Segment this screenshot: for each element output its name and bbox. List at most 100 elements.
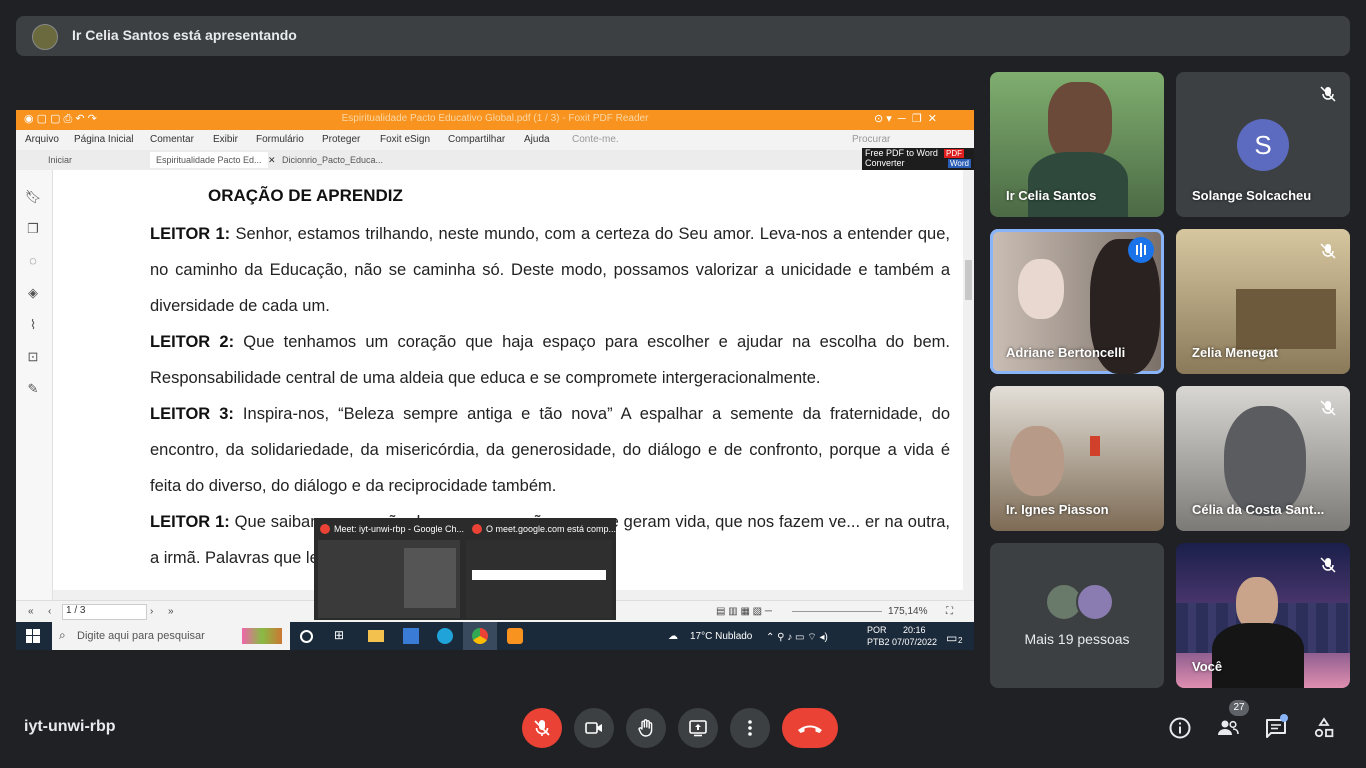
more-participants-label: Mais 19 pessoas (1024, 631, 1130, 647)
task-view-icon[interactable]: ⊞ (334, 628, 350, 644)
next-page-icon[interactable]: › (150, 606, 153, 617)
attachment-icon[interactable]: ⌇ (24, 316, 42, 334)
clock-date[interactable]: 07/07/2022 (892, 637, 937, 647)
participant-tile[interactable]: Ir Celia Santos (990, 72, 1164, 217)
self-tile[interactable]: Você (1176, 543, 1350, 688)
menu-comentar[interactable]: Comentar (150, 134, 194, 145)
people-icon[interactable] (1216, 716, 1240, 740)
pdf-menubar: Arquivo Página Inicial Comentar Exibir F… (16, 130, 974, 150)
more-options-button[interactable] (730, 708, 770, 748)
windows-start-icon[interactable] (26, 629, 40, 643)
participant-tile-speaking[interactable]: Adriane Bertoncelli (990, 229, 1164, 374)
mic-toggle-button[interactable] (522, 708, 562, 748)
participant-tile[interactable]: Zelia Menegat (1176, 229, 1350, 374)
paragraph-text: Senhor, estamos trilhando, neste mundo, … (150, 225, 950, 315)
preview-thumbnail-sharing[interactable] (466, 540, 612, 618)
participant-tile[interactable]: Célia da Costa Sant... (1176, 386, 1350, 531)
signature-icon[interactable]: ✎ (24, 380, 42, 398)
chrome-taskbar-button[interactable] (463, 622, 497, 650)
participant-tile[interactable]: Ir. Ignes Piasson (990, 386, 1164, 531)
window-controls[interactable]: ⊙ ▾ ─ ❐ ✕ (874, 112, 937, 125)
menu-tell-me[interactable]: Conte-me. (572, 134, 619, 145)
notification-icon[interactable]: ▭ (946, 631, 957, 645)
foxit-taskbar-icon[interactable] (507, 628, 523, 644)
language-line1[interactable]: POR (867, 625, 887, 635)
menu-compartilhar[interactable]: Compartilhar (448, 134, 505, 145)
last-page-icon[interactable]: » (168, 606, 174, 617)
more-vert-icon (748, 720, 752, 736)
menu-pagina-inicial[interactable]: Página Inicial (74, 134, 133, 145)
store-icon[interactable] (403, 628, 419, 644)
weather-text[interactable]: 17°C Nublado (690, 631, 752, 642)
mic-off-icon (1320, 400, 1336, 416)
camera-icon (585, 722, 602, 734)
paragraph-text: Inspira-nos, “Beleza sempre antiga e tão… (150, 405, 950, 495)
menu-exibir[interactable]: Exibir (213, 134, 238, 145)
hand-icon (638, 719, 653, 737)
more-participants-tile[interactable]: Mais 19 pessoas (990, 543, 1164, 688)
bookmark-icon[interactable]: 🔖︎ (24, 188, 42, 206)
meeting-details-icon[interactable] (1168, 716, 1192, 740)
preview-thumbnail-meet[interactable] (318, 540, 460, 618)
chrome-icon (472, 524, 482, 534)
mic-off-icon (1320, 557, 1336, 573)
preview-tiles (404, 548, 456, 608)
tab-dicionario[interactable]: Dicionrio_Pacto_Educa... (282, 155, 383, 165)
page-number-input[interactable]: 1 / 3 (62, 604, 147, 620)
activities-icon[interactable] (1312, 716, 1336, 740)
taskbar-search-placeholder: Digite aqui para pesquisar (77, 630, 205, 642)
participant-name: Ir. Ignes Piasson (1006, 502, 1109, 517)
leave-call-button[interactable] (782, 708, 838, 748)
pages-icon[interactable]: ❐ (24, 220, 42, 238)
raise-hand-button[interactable] (626, 708, 666, 748)
paragraph-leitor-1: LEITOR 1: Senhor, estamos trilhando, nes… (150, 216, 950, 324)
scroll-thumb[interactable] (965, 260, 972, 300)
taskbar-search[interactable]: ⌕ Digite aqui para pesquisar (52, 622, 290, 650)
zoom-slider[interactable] (792, 611, 882, 612)
speaking-indicator-icon (1128, 237, 1154, 263)
language-line2[interactable]: PTB2 (867, 637, 890, 647)
ad-line2: Converter (865, 158, 905, 168)
participant-name: Célia da Costa Sant... (1192, 502, 1325, 517)
lock-icon[interactable]: ⊡ (24, 348, 42, 366)
clock-time[interactable]: 20:16 (903, 625, 926, 635)
participant-tile[interactable]: S Solange Solcacheu (1176, 72, 1350, 217)
edge-icon[interactable] (437, 628, 453, 644)
chrome-icon (472, 628, 488, 644)
comment-icon[interactable]: ◌ (24, 252, 42, 270)
menu-arquivo[interactable]: Arquivo (25, 134, 59, 145)
hang-up-icon (798, 725, 822, 733)
ad-badge-word: Word (948, 159, 971, 168)
tab-iniciar[interactable]: Iniciar (48, 155, 72, 165)
document-heading: ORAÇÃO DE APRENDIZ (208, 186, 403, 205)
pdf-tabbar: Iniciar Espiritualidade Pacto Ed... ✕ Di… (16, 150, 974, 171)
ad-banner[interactable]: Free PDF to Word Converter PDF Word (862, 148, 974, 170)
system-tray-icons[interactable]: ⌃ ⚲ ♪ ▭ ⌔ ◂) (766, 631, 828, 644)
prev-page-icon[interactable]: ‹ (48, 606, 51, 617)
layers-icon[interactable]: ◈ (24, 284, 42, 302)
menu-foxit-esign[interactable]: Foxit eSign (380, 134, 430, 145)
tab-espiritualidade[interactable]: Espiritualidade Pacto Ed... (150, 152, 268, 168)
participant-name: Ir Celia Santos (1006, 188, 1097, 203)
first-page-icon[interactable]: « (28, 606, 34, 617)
menu-ajuda[interactable]: Ajuda (524, 134, 550, 145)
menu-proteger[interactable]: Proteger (322, 134, 360, 145)
cortana-icon[interactable] (300, 630, 313, 643)
tab-close-icon[interactable]: ✕ (268, 155, 276, 166)
file-explorer-icon[interactable] (368, 630, 384, 642)
mic-off-icon (534, 720, 550, 736)
paragraph-leitor-3: LEITOR 3: Inspira-nos, “Beleza sempre an… (150, 396, 950, 504)
view-mode-icons[interactable]: ▤ ▥ ▦ ▧ ─ (716, 606, 772, 617)
menu-formulario[interactable]: Formulário (256, 134, 304, 145)
camera-toggle-button[interactable] (574, 708, 614, 748)
participant-video (1236, 289, 1336, 349)
preview-title-meet[interactable]: Meet: iyt-unwi-rbp - Google Ch... (334, 524, 464, 534)
meeting-code: iyt-unwi-rbp (24, 718, 116, 735)
preview-title-sharing[interactable]: O meet.google.com está comp... (486, 524, 616, 534)
pdf-search-input[interactable]: Procurar (852, 134, 890, 145)
paragraph-text: Que tenhamos um coração que haja espaço … (150, 333, 950, 387)
ad-line1: Free PDF to Word (865, 148, 938, 158)
vertical-scrollbar[interactable] (963, 170, 974, 600)
present-screen-button[interactable] (678, 708, 718, 748)
fullscreen-icon[interactable]: ⛶ (946, 606, 953, 617)
